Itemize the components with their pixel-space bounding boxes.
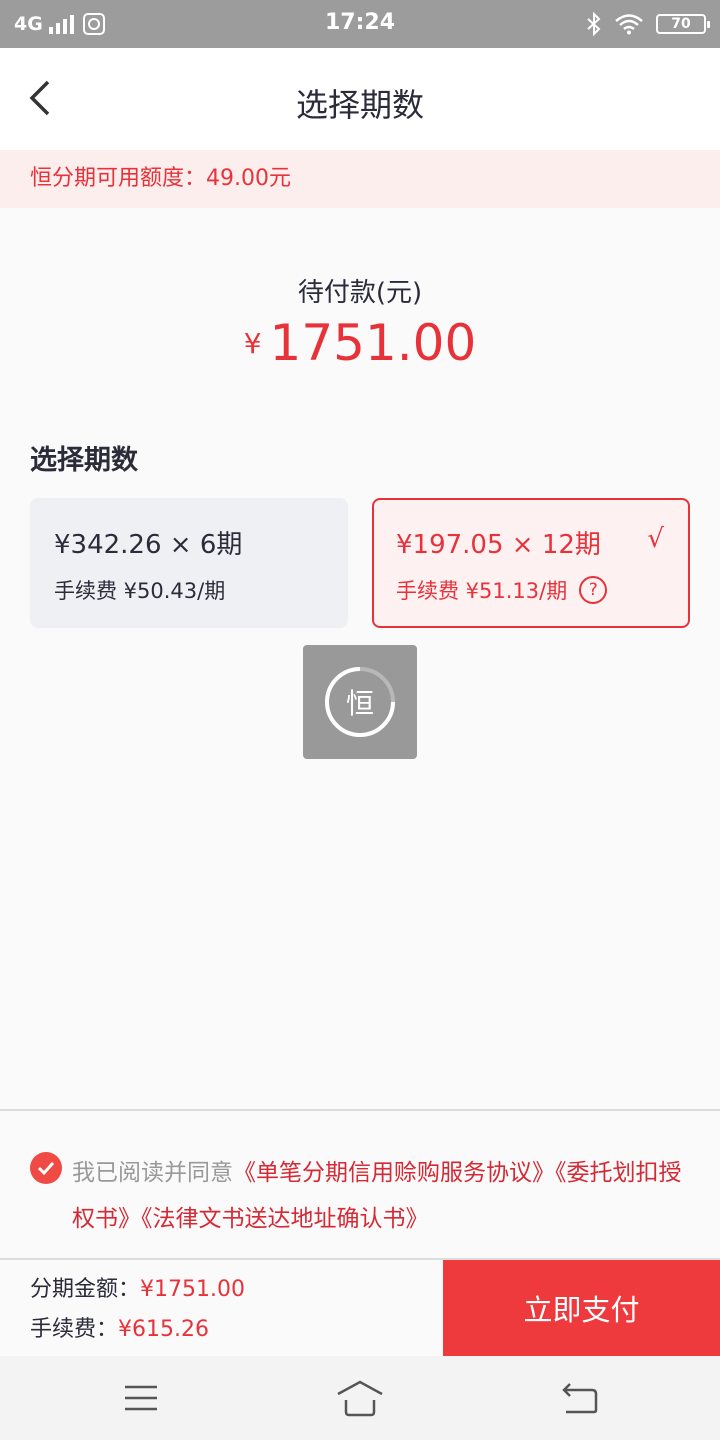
- summary-amount-label: 分期金额：: [30, 1277, 141, 1302]
- plan-option-6[interactable]: ¥342.26 × 6期 手续费 ¥50.43/期: [30, 498, 348, 628]
- agreement-text: 我已阅读并同意《单笔分期信用赊购服务协议》《委托划扣授权书》《法律文书送达地址确…: [30, 1150, 690, 1242]
- summary-amount: 分期金额：¥1751.00: [30, 1270, 245, 1310]
- home-icon[interactable]: [336, 1378, 384, 1418]
- limit-banner: 恒分期可用额度：49.00元: [0, 150, 720, 208]
- due-value: 1751.00: [269, 314, 477, 372]
- status-right: 70: [586, 10, 710, 38]
- due-currency: ¥: [243, 326, 262, 360]
- plan-main: ¥342.26 × 6期: [54, 530, 243, 560]
- status-bar: 4G 17:24 70: [0, 0, 720, 48]
- page-title: 选择期数: [295, 86, 424, 124]
- agree-checkbox[interactable]: [30, 1152, 62, 1184]
- plan-fee-text: 手续费 ¥51.13/期: [396, 579, 568, 603]
- due-label: 待付款(元): [297, 278, 423, 308]
- bluetooth-icon: [587, 12, 601, 36]
- plan-fee: 手续费 ¥50.43/期: [54, 575, 348, 605]
- summary-amount-value: ¥1751.00: [140, 1277, 245, 1302]
- help-icon[interactable]: ?: [579, 576, 608, 604]
- wifi-icon: [615, 14, 643, 35]
- plan-fee: 手续费 ¥51.13/期 ?: [396, 575, 688, 605]
- battery-level: 70: [671, 16, 691, 32]
- summary-fee-label: 手续费：: [30, 1317, 119, 1342]
- menu-icon[interactable]: [121, 1378, 161, 1418]
- section-title: 选择期数: [30, 445, 138, 476]
- summary-fee-value: ¥615.26: [118, 1317, 209, 1342]
- return-icon[interactable]: [560, 1378, 600, 1418]
- summary-fee: 手续费：¥615.26: [30, 1310, 245, 1350]
- payment-summary: 分期金额：¥1751.00 手续费：¥615.26: [30, 1270, 245, 1350]
- loading-indicator: 恒: [303, 645, 417, 759]
- pay-now-button[interactable]: 立即支付: [443, 1260, 720, 1356]
- agreement-prefix: 我已阅读并同意: [72, 1160, 233, 1186]
- system-nav-bar: [0, 1356, 720, 1440]
- loader-logo: 恒: [345, 687, 374, 720]
- divider: [0, 1109, 720, 1111]
- battery-icon: 70: [656, 14, 710, 34]
- agreement-link-legal[interactable]: 《法律文书送达地址确认书》: [141, 1206, 429, 1232]
- due-amount: ¥1751.00: [0, 314, 720, 372]
- checkmark-icon: [37, 1161, 55, 1176]
- agreement-link-service[interactable]: 《单笔分期信用赊购服务协议》: [233, 1160, 555, 1186]
- nav-bar: 选择期数: [0, 48, 720, 150]
- agreement: 我已阅读并同意《单笔分期信用赊购服务协议》《委托划扣授权书》《法律文书送达地址确…: [30, 1150, 690, 1242]
- plan-main: ¥197.05 × 12期: [396, 530, 601, 560]
- check-icon: √: [647, 524, 664, 554]
- plan-option-12[interactable]: ¥197.05 × 12期 手续费 ¥51.13/期 ? √: [372, 498, 690, 628]
- plan-fee-text: 手续费 ¥50.43/期: [54, 579, 226, 603]
